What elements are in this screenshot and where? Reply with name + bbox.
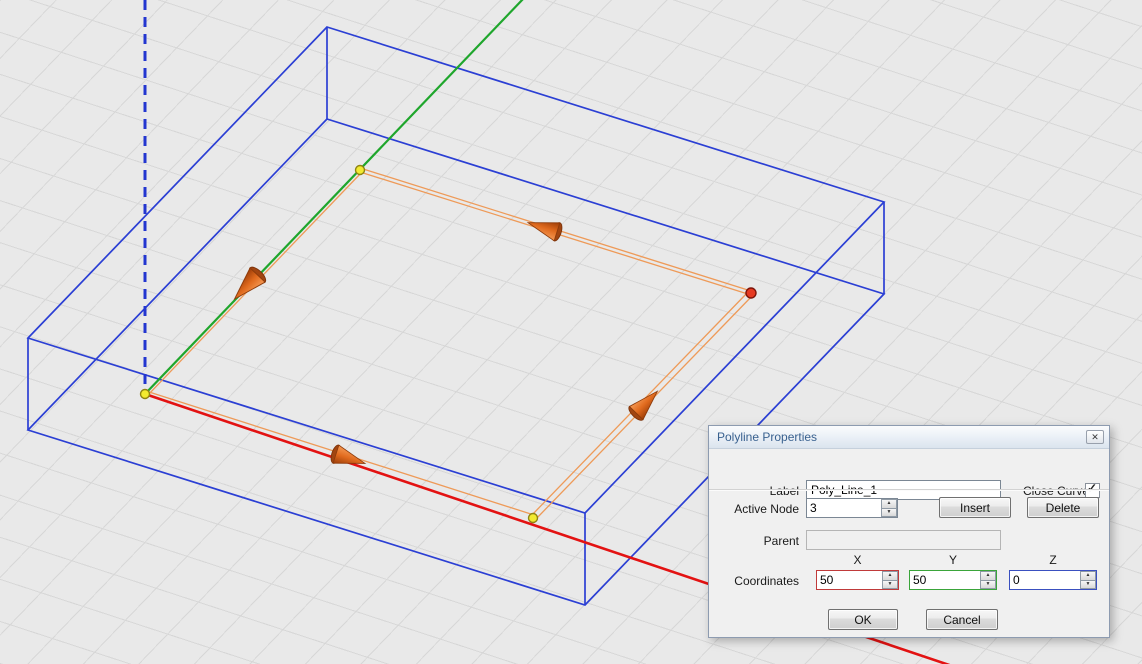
node-4 xyxy=(529,514,538,523)
delete-button[interactable]: Delete xyxy=(1027,497,1099,518)
spinner-up-button[interactable]: ▲ xyxy=(980,571,996,580)
dialog-titlebar[interactable]: Polyline Properties ✕ xyxy=(709,426,1109,449)
polyline-segments[interactable] xyxy=(146,168,753,520)
spinner-down-button[interactable]: ▼ xyxy=(882,580,898,590)
spinner-up-button[interactable]: ▲ xyxy=(881,499,897,508)
coordinate-z-spinner[interactable]: ▲ ▼ xyxy=(1009,570,1097,590)
spinner-up-button[interactable]: ▲ xyxy=(882,571,898,580)
insert-button[interactable]: Insert xyxy=(939,497,1011,518)
direction-arrows xyxy=(227,214,664,473)
close-curve-caption: Close Curve xyxy=(1023,484,1089,498)
polyline-nodes[interactable] xyxy=(141,166,757,523)
arrow-cone xyxy=(627,385,665,423)
label-caption: Label xyxy=(709,484,799,498)
active-node-caption: Active Node xyxy=(709,502,799,516)
coordinates-caption: Coordinates xyxy=(709,574,799,588)
parent-caption: Parent xyxy=(709,534,799,548)
spinner-up-button[interactable]: ▲ xyxy=(1080,571,1096,580)
active-node-3 xyxy=(746,288,756,298)
active-node-spinner[interactable]: ▲ ▼ xyxy=(806,498,898,518)
active-node-input[interactable] xyxy=(807,499,881,517)
coordinate-y-input[interactable] xyxy=(910,571,980,589)
spinner-down-button[interactable]: ▼ xyxy=(980,580,996,590)
coordinate-x-input[interactable] xyxy=(817,571,882,589)
arrow-cone xyxy=(525,214,564,242)
dialog-body: Label Close Curve ✓ Active Node ▲ ▼ Inse… xyxy=(709,448,1109,637)
column-header-y: Y xyxy=(909,553,997,567)
coordinate-z-input[interactable] xyxy=(1010,571,1080,589)
dialog-title: Polyline Properties xyxy=(717,430,817,444)
check-icon: ✓ xyxy=(1087,481,1097,495)
ok-button[interactable]: OK xyxy=(828,609,898,630)
node-1 xyxy=(141,390,150,399)
column-header-x: X xyxy=(816,553,899,567)
column-header-z: Z xyxy=(1009,553,1097,567)
coordinate-x-spinner[interactable]: ▲ ▼ xyxy=(816,570,899,590)
spinner-down-button[interactable]: ▼ xyxy=(881,508,897,518)
spinner-down-button[interactable]: ▼ xyxy=(1080,580,1096,590)
parent-input xyxy=(806,530,1001,550)
cancel-button[interactable]: Cancel xyxy=(926,609,998,630)
separator-line xyxy=(709,489,1109,491)
node-2 xyxy=(356,166,365,175)
polyline-properties-dialog: Polyline Properties ✕ Label Close Curve … xyxy=(708,425,1110,638)
close-icon[interactable]: ✕ xyxy=(1086,430,1104,444)
coordinate-y-spinner[interactable]: ▲ ▼ xyxy=(909,570,997,590)
y-axis xyxy=(145,0,524,394)
viewport-3d[interactable]: Polyline Properties ✕ Label Close Curve … xyxy=(0,0,1142,664)
